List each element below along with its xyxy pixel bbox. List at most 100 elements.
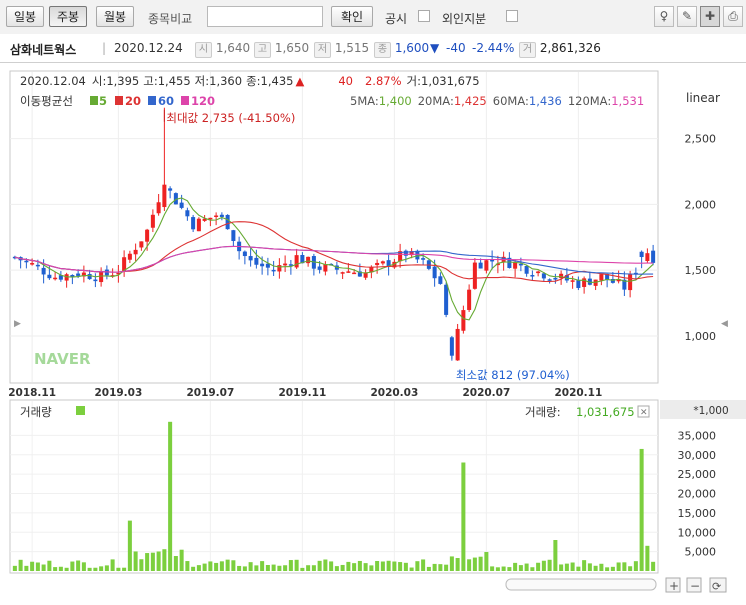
- scale-label[interactable]: linear: [686, 91, 720, 105]
- volume-bar: [352, 563, 357, 571]
- weekly-button[interactable]: 주봉: [49, 6, 87, 27]
- volume-bar: [260, 561, 265, 571]
- refresh-icon[interactable]: ⟳: [712, 580, 721, 593]
- pen-icon[interactable]: ✎: [677, 6, 697, 27]
- candle-body: [518, 263, 523, 266]
- timeline-scrollbar[interactable]: [505, 578, 657, 591]
- info-date: 2020.12.04: [20, 74, 86, 88]
- close-icon[interactable]: ✕: [640, 408, 648, 418]
- ma5-swatch[interactable]: [90, 96, 98, 105]
- low-tag: 저: [314, 42, 331, 58]
- volume-bar: [507, 567, 512, 571]
- volume-unit: *1,000: [693, 405, 728, 417]
- candle-body: [133, 249, 138, 255]
- volume-bar: [271, 564, 276, 571]
- volume-bar: [628, 566, 633, 571]
- candle-body: [225, 214, 230, 230]
- volume-bar: [409, 567, 414, 571]
- low-value: 1,515: [334, 41, 370, 55]
- volume-bar: [122, 567, 127, 571]
- volume-bar: [547, 559, 552, 571]
- scroll-left-icon[interactable]: ▶: [14, 319, 21, 329]
- volume-bar: [490, 566, 495, 571]
- candle-body: [438, 276, 443, 284]
- close-group: 종 1,600: [374, 41, 429, 58]
- confirm-button[interactable]: 확인: [331, 6, 373, 27]
- candle-body: [432, 266, 437, 279]
- plus-icon[interactable]: +: [669, 579, 679, 593]
- volume-bar: [283, 565, 288, 571]
- volume-bar: [363, 563, 368, 571]
- ma5-value: 1,400: [379, 94, 412, 108]
- volume-bar: [536, 562, 541, 571]
- daily-button[interactable]: 일봉: [6, 6, 44, 27]
- minus-icon[interactable]: −: [690, 579, 700, 593]
- volume-tick-label: 25,000: [678, 468, 717, 481]
- ma120-value-label: 120MA:: [568, 94, 611, 108]
- ma120-value: 1,531: [611, 94, 644, 108]
- candle-body: [208, 217, 213, 220]
- volume-bar: [576, 566, 581, 571]
- naver-watermark: NAVER: [34, 350, 91, 368]
- ma120-swatch[interactable]: [181, 96, 189, 105]
- volume-bar: [334, 566, 339, 571]
- compare-input[interactable]: [207, 6, 323, 27]
- divider: |: [102, 41, 107, 55]
- volume-value-label: 거래량:: [525, 405, 561, 419]
- info-pct: 2.87%: [365, 74, 402, 88]
- chart-svg[interactable]: 1,000 1,500 2,000 2,500 5,000 10,000 15,000 20,…: [0, 64, 746, 602]
- volume-bar: [47, 560, 52, 571]
- candle-body: [380, 261, 385, 264]
- candle-body: [294, 255, 299, 268]
- ma60-swatch[interactable]: [148, 96, 156, 105]
- volume-bar: [185, 561, 190, 571]
- candle-body: [185, 210, 190, 217]
- volume-bar: [139, 559, 144, 571]
- candle-body: [461, 310, 466, 331]
- candle-body: [570, 280, 575, 282]
- low-group: 저 1,515: [314, 41, 369, 58]
- volume-bar: [168, 421, 173, 571]
- ma-legend-title: 이동평균선: [20, 94, 73, 108]
- volume-bar: [317, 560, 322, 571]
- scroll-right-icon[interactable]: ◀: [721, 319, 728, 329]
- crosshair-icon[interactable]: ✚: [700, 6, 720, 27]
- info-low-label: 저:: [195, 74, 209, 88]
- candle-body: [214, 215, 219, 217]
- price-tick-label: 1,500: [685, 264, 717, 277]
- ma20-value-label: 20MA:: [418, 94, 454, 108]
- volume-bar: [386, 560, 391, 571]
- volume-bar: [214, 562, 219, 571]
- min-annotation: 최소값 812 (97.04%): [456, 368, 570, 382]
- volume-bar: [219, 561, 224, 571]
- bulb-icon[interactable]: ♀: [654, 6, 674, 27]
- volume-bar: [380, 561, 385, 571]
- volume-bar: [150, 552, 155, 571]
- info-open: 1,395: [106, 74, 139, 88]
- print-icon[interactable]: ⎙: [723, 6, 743, 27]
- candle-body: [47, 274, 52, 279]
- volume-value: 2,861,326: [539, 41, 601, 55]
- volume-bar: [449, 556, 454, 571]
- monthly-button[interactable]: 월봉: [96, 6, 134, 27]
- open-value: 1,640: [215, 41, 251, 55]
- ma20-swatch[interactable]: [115, 96, 123, 105]
- high-tag: 고: [254, 42, 271, 58]
- volume-bar: [415, 561, 420, 571]
- volume-bar: [513, 562, 518, 571]
- candle-body: [70, 275, 75, 277]
- x-tick-label: 2019.07: [186, 387, 234, 399]
- candle-body: [156, 202, 161, 214]
- volume-bar: [242, 566, 247, 571]
- candle-body: [323, 264, 328, 272]
- candle-body: [403, 250, 408, 256]
- candle-body: [547, 279, 552, 281]
- volume-bar: [133, 551, 138, 571]
- foreign-checkbox[interactable]: [506, 10, 518, 22]
- candle-body: [191, 217, 196, 230]
- volume-bar: [553, 540, 558, 571]
- volume-bar: [191, 566, 196, 571]
- candle-body: [30, 263, 35, 265]
- candle-body: [162, 184, 167, 208]
- disclosure-checkbox[interactable]: [418, 10, 430, 22]
